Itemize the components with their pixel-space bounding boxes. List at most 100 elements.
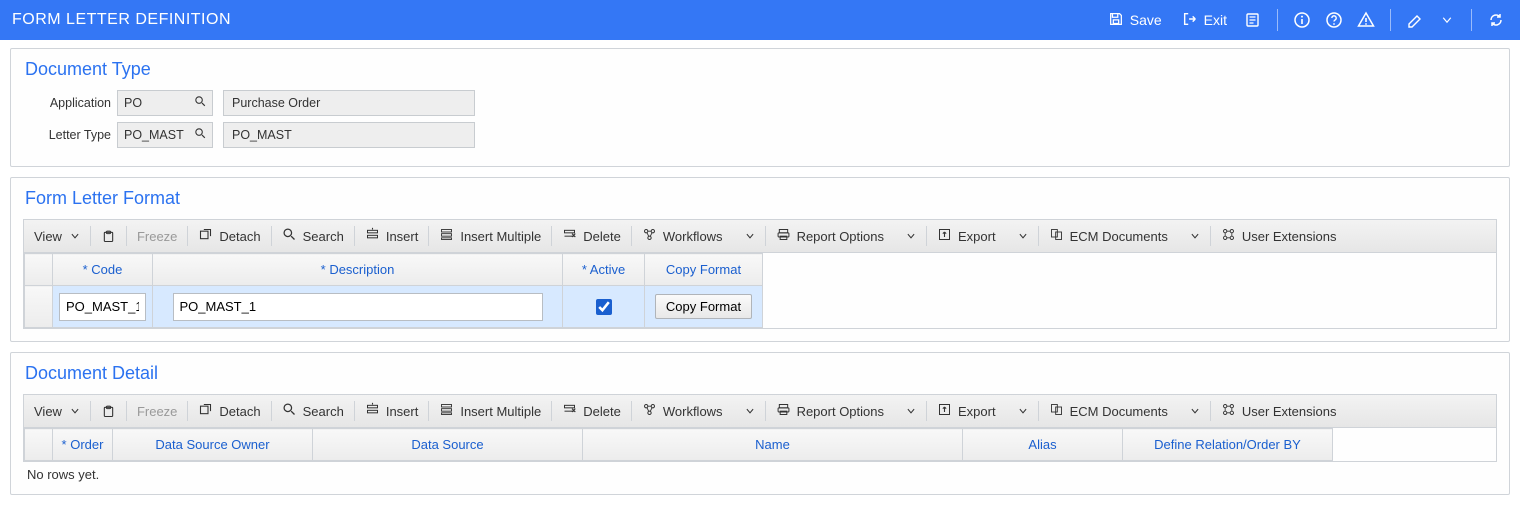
- letter-type-label: Letter Type: [23, 128, 117, 142]
- search-icon: [282, 227, 297, 245]
- workflows-dropdown[interactable]: [733, 220, 765, 252]
- user-extensions-icon: [1221, 227, 1236, 245]
- export-dropdown[interactable]: [1006, 220, 1038, 252]
- clipboard-button[interactable]: [91, 395, 126, 427]
- chevron-down-icon: [745, 404, 755, 419]
- detach-label: Detach: [219, 229, 260, 244]
- user-extensions-button[interactable]: User Extensions: [1211, 395, 1347, 427]
- freeze-button[interactable]: Freeze: [127, 220, 187, 252]
- active-checkbox[interactable]: [596, 299, 612, 315]
- chevron-down-icon: [906, 229, 916, 244]
- export-icon: [937, 227, 952, 245]
- search-button[interactable]: Search: [272, 220, 354, 252]
- workflows-button[interactable]: Workflows: [632, 395, 733, 427]
- refresh-icon[interactable]: [1484, 8, 1508, 32]
- insert-icon: [365, 227, 380, 245]
- insert-button[interactable]: Insert: [355, 220, 429, 252]
- export-icon: [937, 402, 952, 420]
- export-dropdown[interactable]: [1006, 395, 1038, 427]
- ecm-documents-dropdown[interactable]: [1178, 220, 1210, 252]
- insert-multiple-label: Insert Multiple: [460, 229, 541, 244]
- user-extensions-button[interactable]: User Extensions: [1211, 220, 1347, 252]
- detail-table: Order Data Source Owner Data Source Name…: [24, 428, 1333, 461]
- report-options-label: Report Options: [797, 229, 884, 244]
- delete-button[interactable]: Delete: [552, 395, 631, 427]
- copy-format-header[interactable]: Copy Format: [645, 254, 763, 286]
- export-button[interactable]: Export: [927, 220, 1006, 252]
- user-extensions-label: User Extensions: [1242, 404, 1337, 419]
- chevron-down-icon[interactable]: [1435, 8, 1459, 32]
- insert-button[interactable]: Insert: [355, 395, 429, 427]
- search-icon: [282, 402, 297, 420]
- insert-multiple-icon: [439, 227, 454, 245]
- help-icon[interactable]: [1322, 8, 1346, 32]
- table-row[interactable]: Copy Format: [25, 286, 763, 328]
- workflows-dropdown[interactable]: [733, 395, 765, 427]
- data-source-owner-header[interactable]: Data Source Owner: [113, 429, 313, 461]
- chevron-down-icon: [1190, 404, 1200, 419]
- chevron-down-icon: [906, 404, 916, 419]
- chevron-down-icon: [745, 229, 755, 244]
- edit-icon[interactable]: [1403, 8, 1427, 32]
- ecm-documents-label: ECM Documents: [1070, 229, 1168, 244]
- name-header[interactable]: Name: [583, 429, 963, 461]
- ecm-icon: [1049, 402, 1064, 420]
- data-source-header[interactable]: Data Source: [313, 429, 583, 461]
- application-description: Purchase Order: [223, 90, 475, 116]
- view-label: View: [34, 404, 62, 419]
- view-label: View: [34, 229, 62, 244]
- format-table: Code Description Active Copy Format Copy…: [24, 253, 763, 328]
- detach-button[interactable]: Detach: [188, 220, 270, 252]
- order-header[interactable]: Order: [53, 429, 113, 461]
- chevron-down-icon: [1018, 229, 1028, 244]
- copy-format-button[interactable]: Copy Format: [655, 294, 752, 319]
- view-menu[interactable]: View: [24, 395, 90, 427]
- document-type-section: Document Type Application Purchase Order…: [10, 48, 1510, 167]
- search-button[interactable]: Search: [272, 395, 354, 427]
- insert-multiple-label: Insert Multiple: [460, 404, 541, 419]
- delete-button[interactable]: Delete: [552, 220, 631, 252]
- report-options-button[interactable]: Report Options: [766, 395, 894, 427]
- chevron-down-icon: [1190, 229, 1200, 244]
- ecm-documents-button[interactable]: ECM Documents: [1039, 220, 1178, 252]
- info-icon[interactable]: [1290, 8, 1314, 32]
- view-menu[interactable]: View: [24, 220, 90, 252]
- application-label: Application: [23, 96, 117, 110]
- document-detail-section: Document Detail View Freeze Detach Searc…: [10, 352, 1510, 495]
- workflows-button[interactable]: Workflows: [632, 220, 733, 252]
- user-extensions-label: User Extensions: [1242, 229, 1337, 244]
- report-options-dropdown[interactable]: [894, 395, 926, 427]
- report-options-dropdown[interactable]: [894, 220, 926, 252]
- row-selector[interactable]: [25, 286, 53, 328]
- insert-multiple-button[interactable]: Insert Multiple: [429, 395, 551, 427]
- ecm-documents-button[interactable]: ECM Documents: [1039, 395, 1178, 427]
- print-icon: [776, 227, 791, 245]
- delete-label: Delete: [583, 404, 621, 419]
- code-input[interactable]: [59, 293, 146, 321]
- workflows-label: Workflows: [663, 229, 723, 244]
- notes-icon[interactable]: [1241, 8, 1265, 32]
- ecm-documents-dropdown[interactable]: [1178, 395, 1210, 427]
- freeze-button[interactable]: Freeze: [127, 395, 187, 427]
- search-icon[interactable]: [194, 127, 207, 143]
- active-header[interactable]: Active: [563, 254, 645, 286]
- code-header[interactable]: Code: [53, 254, 153, 286]
- exit-button[interactable]: Exit: [1176, 7, 1233, 34]
- detach-button[interactable]: Detach: [188, 395, 270, 427]
- search-label: Search: [303, 404, 344, 419]
- alert-icon[interactable]: [1354, 8, 1378, 32]
- chevron-down-icon: [70, 404, 80, 419]
- define-relation-header[interactable]: Define Relation/Order BY: [1123, 429, 1333, 461]
- report-options-button[interactable]: Report Options: [766, 220, 894, 252]
- alias-header[interactable]: Alias: [963, 429, 1123, 461]
- ecm-documents-label: ECM Documents: [1070, 404, 1168, 419]
- description-input[interactable]: [173, 293, 543, 321]
- print-icon: [776, 402, 791, 420]
- export-button[interactable]: Export: [927, 395, 1006, 427]
- description-header[interactable]: Description: [153, 254, 563, 286]
- clipboard-button[interactable]: [91, 220, 126, 252]
- search-icon[interactable]: [194, 95, 207, 111]
- insert-multiple-button[interactable]: Insert Multiple: [429, 220, 551, 252]
- save-button[interactable]: Save: [1102, 7, 1168, 34]
- row-selector-header: [25, 254, 53, 286]
